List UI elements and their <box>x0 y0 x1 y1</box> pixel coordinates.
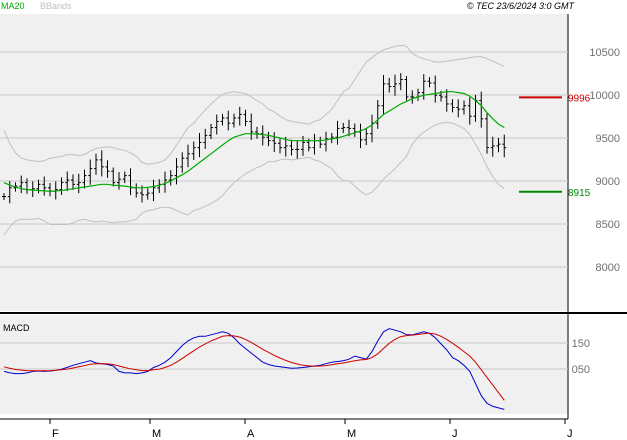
chart-frame <box>0 0 627 440</box>
x-tick-label: J <box>567 428 573 440</box>
y-tick-label: 10000 <box>589 90 620 102</box>
x-tick-label: J <box>452 428 458 440</box>
y-tick-label: 9500 <box>596 133 620 145</box>
price-panel <box>0 14 568 311</box>
resistance-label: 9996 <box>568 93 591 104</box>
x-tick-label: A <box>247 428 255 440</box>
y-tick-label: 8000 <box>596 262 620 274</box>
support-label: 8915 <box>568 188 591 199</box>
x-tick-label: M <box>347 428 356 440</box>
macd-tick-label: 050 <box>572 364 590 376</box>
macd-label: MACD <box>3 323 30 333</box>
bbands-legend: BBands <box>40 1 72 11</box>
ma20-legend: MA20 <box>1 1 25 11</box>
chart-svg: MA20 BBands © TEC 23/6/2024 3:0 GMT MACD… <box>0 0 627 440</box>
x-tick-label: F <box>52 428 59 440</box>
y-tick-label: 9000 <box>596 176 620 188</box>
chart-root: MA20 BBands © TEC 23/6/2024 3:0 GMT MACD… <box>0 0 627 440</box>
y-tick-label: 8500 <box>596 219 620 231</box>
y-tick-label: 10500 <box>589 47 620 59</box>
macd-panel-bg <box>0 315 568 414</box>
macd-tick-label: 150 <box>572 338 590 350</box>
x-tick-label: M <box>152 428 161 440</box>
timestamp: © TEC 23/6/2024 3:0 GMT <box>467 1 576 11</box>
